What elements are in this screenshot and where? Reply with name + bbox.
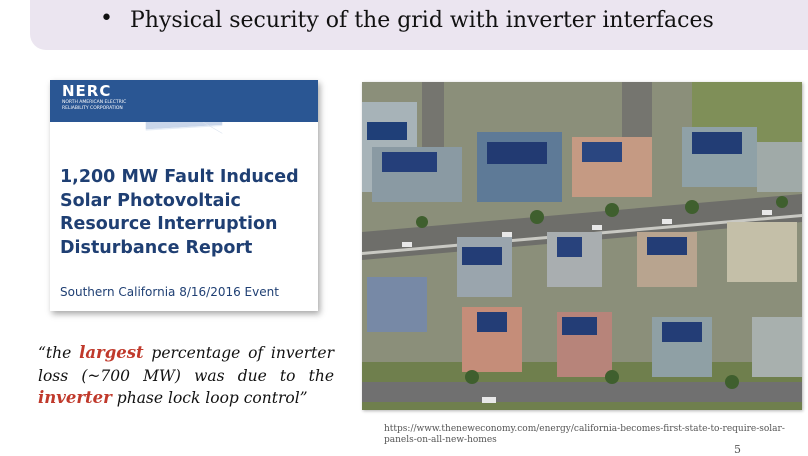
aerial-photo-solar-homes xyxy=(362,82,802,410)
page-number: 5 xyxy=(734,443,741,456)
report-subtitle: Southern California 8/16/2016 Event xyxy=(60,285,279,299)
source-url: https://www.theneweconomy.com/energy/cal… xyxy=(384,424,785,445)
nerc-logo-subtitle: NORTH AMERICAN ELECTRIC RELIABILITY CORP… xyxy=(62,100,127,111)
quote: “the largest percentage of inverter loss… xyxy=(38,342,334,410)
bullet-marker: • xyxy=(100,6,113,31)
report-cover-image: NERC NORTH AMERICAN ELECTRIC RELIABILITY… xyxy=(50,80,318,311)
quote-highlight-largest: largest xyxy=(79,343,144,362)
quote-part-3: phase lock loop control” xyxy=(111,389,308,407)
nerc-logo: NERC xyxy=(62,82,112,100)
bullet-text: Physical security of the grid with inver… xyxy=(130,8,714,33)
quote-highlight-inverter: inverter xyxy=(38,388,112,407)
report-decor-icon xyxy=(145,122,223,134)
quote-part-1: “the xyxy=(38,344,80,362)
report-header: NERC NORTH AMERICAN ELECTRIC RELIABILITY… xyxy=(50,80,318,122)
bullet-box: • Physical security of the grid with inv… xyxy=(30,0,808,50)
report-title: 1,200 MW Fault Induced Solar Photovoltai… xyxy=(60,167,299,258)
